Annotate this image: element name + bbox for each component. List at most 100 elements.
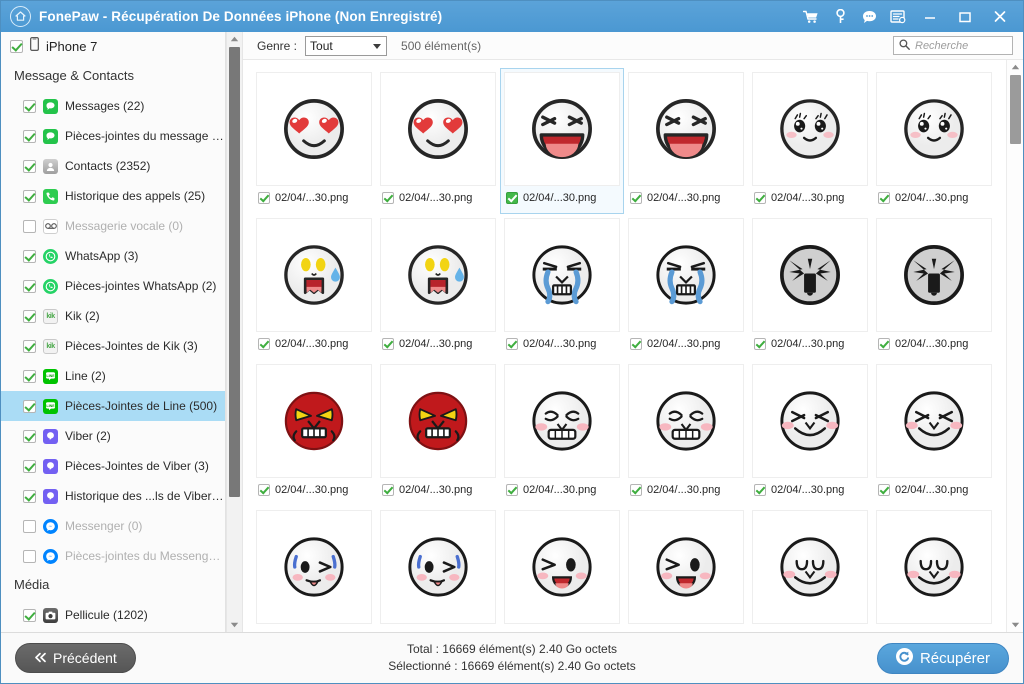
grid-item[interactable]: [872, 506, 996, 632]
grid-item[interactable]: 02/04/...30.png: [624, 360, 748, 506]
thumbnail-image[interactable]: [380, 218, 496, 332]
sidebar-item-checkbox[interactable]: [23, 549, 36, 563]
grid-item[interactable]: 02/04/...30.png: [748, 68, 872, 214]
grid-item-checkbox[interactable]: [630, 192, 642, 204]
thumbnail-image[interactable]: [876, 510, 992, 624]
scroll-up-icon[interactable]: [1007, 60, 1024, 74]
device-row[interactable]: iPhone 7: [1, 32, 225, 60]
sidebar-item[interactable]: Messagerie vocale (0): [1, 211, 225, 241]
grid-item-checkbox[interactable]: [258, 484, 270, 496]
genre-select[interactable]: Tout: [305, 35, 388, 56]
sidebar-item-checkbox[interactable]: [23, 459, 36, 473]
sidebar-item-checkbox[interactable]: [23, 519, 36, 533]
thumbnail-image[interactable]: [628, 510, 744, 624]
recover-button[interactable]: Récupérer: [876, 642, 1009, 674]
grid-item-checkbox[interactable]: [506, 338, 518, 350]
sidebar-item-checkbox[interactable]: [23, 279, 36, 293]
search-input[interactable]: [915, 39, 1007, 52]
thumbnail-image[interactable]: [256, 72, 372, 186]
grid-item[interactable]: 02/04/...30.png: [748, 360, 872, 506]
thumbnail-image[interactable]: [628, 218, 744, 332]
grid-item-checkbox[interactable]: [630, 338, 642, 350]
thumbnail-image[interactable]: [256, 510, 372, 624]
sidebar-item-checkbox[interactable]: [23, 309, 36, 323]
grid-item[interactable]: [500, 506, 624, 632]
grid-item-checkbox[interactable]: [506, 484, 518, 496]
sidebar-item[interactable]: kik Kik (2): [1, 301, 225, 331]
sidebar-item[interactable]: Historique des appels (25): [1, 181, 225, 211]
grid-item[interactable]: 02/04/...30.png: [624, 68, 748, 214]
thumbnail-image[interactable]: [504, 72, 620, 186]
sidebar-item-checkbox[interactable]: [23, 99, 36, 113]
sidebar-item[interactable]: WhatsApp (3): [1, 241, 225, 271]
grid-item[interactable]: 02/04/...30.png: [872, 68, 996, 214]
grid-item-checkbox[interactable]: [382, 338, 394, 350]
scroll-down-icon[interactable]: [1007, 618, 1024, 632]
grid-item-checkbox[interactable]: [258, 192, 270, 204]
sidebar-scroll-thumb[interactable]: [229, 47, 240, 497]
sidebar-item[interactable]: Viber (2): [1, 421, 225, 451]
grid-item[interactable]: 02/04/...30.png: [624, 214, 748, 360]
grid-item[interactable]: 02/04/...30.png: [376, 214, 500, 360]
device-checkbox[interactable]: [10, 39, 23, 53]
thumbnail-image[interactable]: [876, 72, 992, 186]
thumbnail-image[interactable]: [752, 218, 868, 332]
thumbnail-image[interactable]: [628, 364, 744, 478]
scroll-up-icon[interactable]: [226, 32, 243, 46]
content-scrollbar[interactable]: [1006, 60, 1023, 632]
thumbnail-image[interactable]: [380, 364, 496, 478]
sidebar-item-checkbox[interactable]: [23, 399, 36, 413]
grid-item-checkbox[interactable]: [258, 338, 270, 350]
sidebar-item-checkbox[interactable]: [23, 608, 36, 622]
sidebar-item[interactable]: Pièces-jointes du Messenger (0): [1, 541, 225, 571]
grid-item[interactable]: 02/04/...30.png: [252, 68, 376, 214]
grid-item-checkbox[interactable]: [754, 484, 766, 496]
sidebar-item[interactable]: Messages (22): [1, 91, 225, 121]
grid-item-checkbox[interactable]: [382, 484, 394, 496]
grid-item-checkbox[interactable]: [878, 338, 890, 350]
sidebar-item[interactable]: Pellicule (1202): [1, 600, 225, 630]
grid-item-checkbox[interactable]: [754, 338, 766, 350]
close-button[interactable]: [989, 9, 1011, 25]
thumbnail-image[interactable]: [876, 218, 992, 332]
thumbnail-image[interactable]: [752, 364, 868, 478]
grid-item[interactable]: 02/04/...30.png: [872, 214, 996, 360]
sidebar-item[interactable]: kik Pièces-Jointes de Kik (3): [1, 331, 225, 361]
sidebar-item-checkbox[interactable]: [23, 489, 36, 503]
scroll-down-icon[interactable]: [226, 618, 243, 632]
grid-item[interactable]: 02/04/...30.png: [500, 68, 624, 214]
sidebar-item-checkbox[interactable]: [23, 339, 36, 353]
sidebar-item[interactable]: Historique des ...ls de Viber (1): [1, 481, 225, 511]
grid-item[interactable]: 02/04/...30.png: [500, 360, 624, 506]
thumbnail-image[interactable]: [380, 510, 496, 624]
back-button[interactable]: Précédent: [15, 643, 136, 673]
cart-icon[interactable]: [803, 9, 819, 25]
grid-item[interactable]: 02/04/...30.png: [748, 214, 872, 360]
content-scroll-thumb[interactable]: [1009, 75, 1021, 144]
sidebar-item[interactable]: LINE Line (2): [1, 361, 225, 391]
grid-item[interactable]: 02/04/...30.png: [500, 214, 624, 360]
grid-item-checkbox[interactable]: [506, 192, 518, 204]
search-box[interactable]: [893, 36, 1013, 55]
sidebar-item-checkbox[interactable]: [23, 129, 36, 143]
thumbnail-image[interactable]: [504, 218, 620, 332]
chat-icon[interactable]: [861, 9, 877, 25]
grid-item-checkbox[interactable]: [878, 484, 890, 496]
grid-item[interactable]: 02/04/...30.png: [872, 360, 996, 506]
thumbnail-image[interactable]: [256, 364, 372, 478]
maximize-button[interactable]: [954, 9, 976, 25]
sidebar-item-checkbox[interactable]: [23, 219, 36, 233]
thumbnail-image[interactable]: [256, 218, 372, 332]
thumbnail-image[interactable]: [504, 364, 620, 478]
register-icon[interactable]: [890, 9, 906, 25]
thumbnail-image[interactable]: [752, 72, 868, 186]
sidebar-item[interactable]: Contacts (2352): [1, 151, 225, 181]
grid-item[interactable]: 02/04/...30.png: [252, 214, 376, 360]
sidebar-item-checkbox[interactable]: [23, 429, 36, 443]
sidebar-item[interactable]: LINE Pièces-Jointes de Line (500): [1, 391, 225, 421]
sidebar-item-checkbox[interactable]: [23, 249, 36, 263]
sidebar-item[interactable]: Pièces-jointes du message (4): [1, 121, 225, 151]
grid-item[interactable]: 02/04/...30.png: [376, 360, 500, 506]
sidebar-item-checkbox[interactable]: [23, 189, 36, 203]
sidebar-item[interactable]: Pièces-jointes WhatsApp (2): [1, 271, 225, 301]
